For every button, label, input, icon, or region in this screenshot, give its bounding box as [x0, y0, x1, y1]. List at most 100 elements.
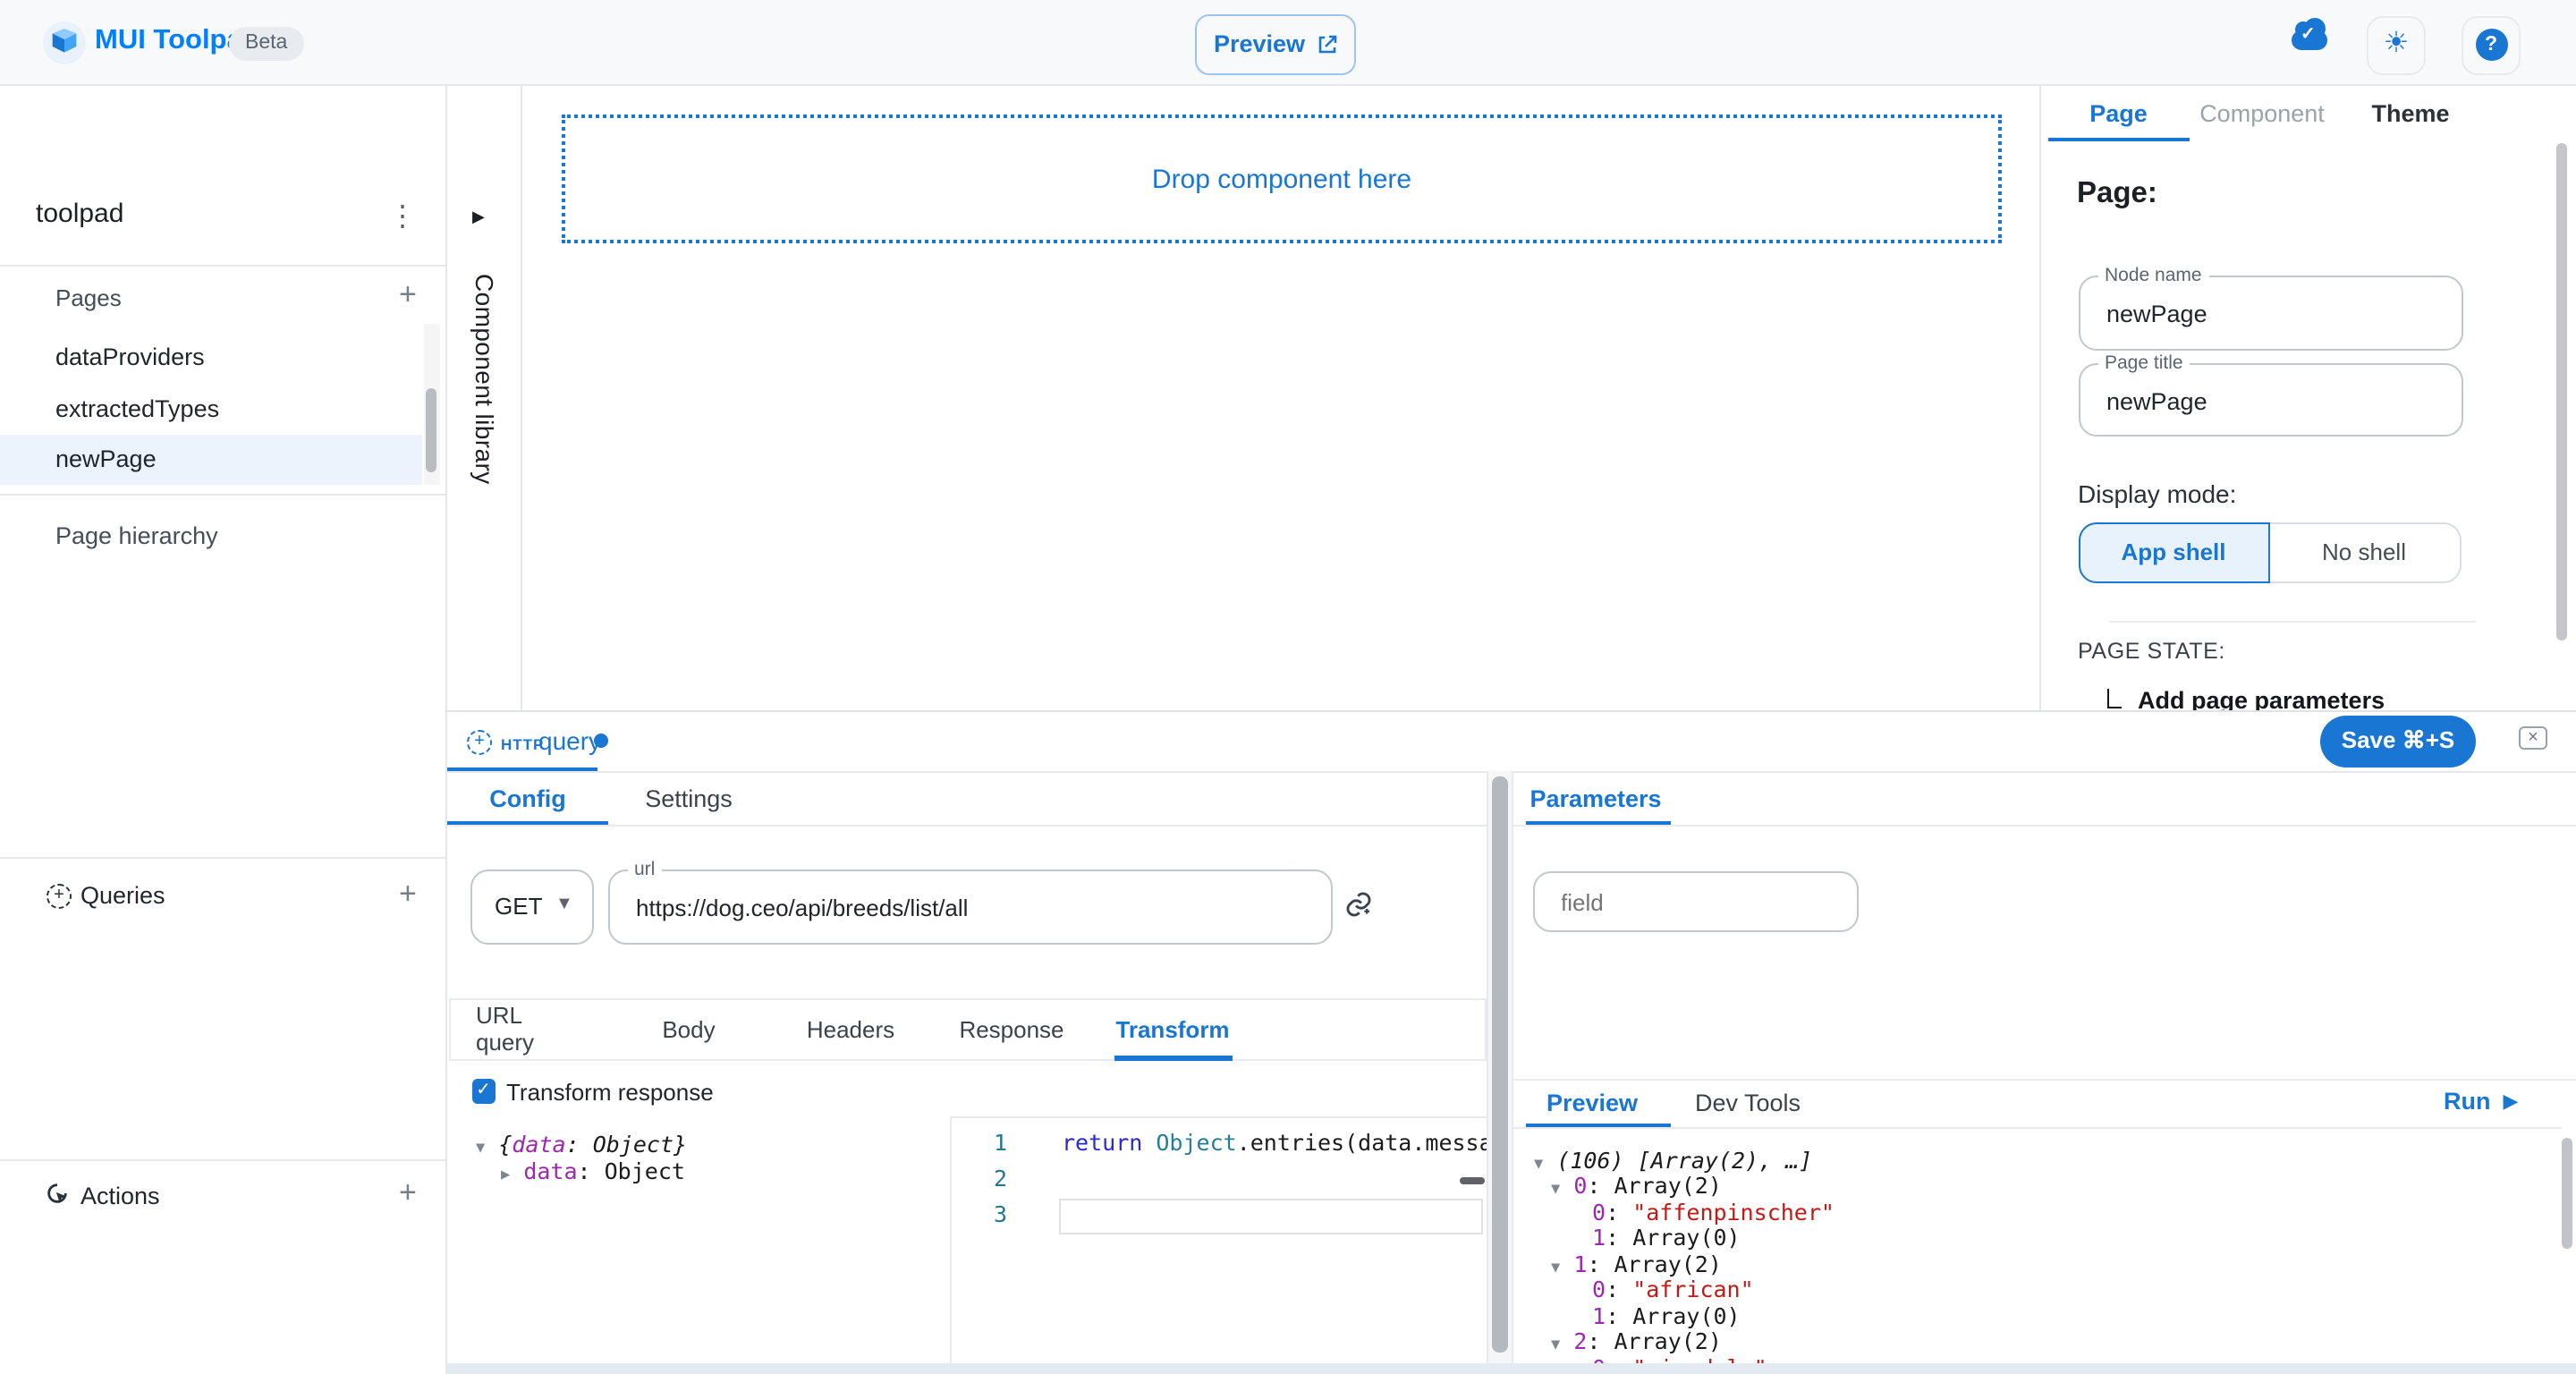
page-title-field[interactable]: Page title: [2078, 362, 2463, 437]
link-binding-icon[interactable]: [1343, 889, 1374, 920]
chevron-right-icon[interactable]: ▶: [472, 208, 485, 227]
query-type-icon: +: [467, 730, 492, 755]
display-mode-app-shell[interactable]: App shell: [2078, 522, 2269, 583]
add-query-button[interactable]: +: [399, 878, 417, 909]
editor-hscrollbar-thumb[interactable]: [1460, 1177, 1485, 1183]
tree-key: 1: [1592, 1302, 1606, 1328]
tab-label: Response: [959, 1015, 1063, 1042]
parameter-field[interactable]: [1532, 870, 1858, 931]
tab-label: Theme: [2371, 100, 2449, 127]
subtab-url-query[interactable]: URL query: [476, 998, 583, 1059]
inspector-scrollbar-thumb[interactable]: [2556, 143, 2567, 640]
subtab-transform[interactable]: Transform: [1114, 998, 1232, 1059]
result-tree-row[interactable]: ▼ 2: Array(2): [1551, 1327, 1722, 1354]
sidebar-item-dataproviders[interactable]: dataProviders: [0, 332, 422, 383]
theme-toggle-button[interactable]: ☀: [2367, 15, 2426, 74]
queries-icon: +: [47, 884, 72, 909]
node-name-input[interactable]: [2103, 277, 2435, 352]
tree-summary: (106) [Array(2), …]: [1556, 1146, 1812, 1173]
code-line-1[interactable]: return Object.entries(data.messag: [1062, 1129, 1506, 1156]
tab-label: Headers: [807, 1015, 894, 1042]
schema-type: : Object}: [566, 1131, 687, 1158]
add-page-button[interactable]: +: [399, 279, 417, 310]
save-button-label: Save ⌘+S: [2342, 726, 2455, 755]
toolpad-editor-window: MUI Toolpad Beta Preview ✓ ☀ ? toolpad ⋮…: [0, 0, 2576, 1374]
tab-parameters[interactable]: Parameters: [1521, 771, 1671, 825]
sidebar-item-extractedtypes[interactable]: extractedTypes: [0, 383, 422, 434]
tree-value: Array(2): [1614, 1172, 1722, 1199]
page-item-label: dataProviders: [55, 344, 205, 371]
tab-preview[interactable]: Preview: [1521, 1080, 1664, 1126]
help-button[interactable]: ?: [2462, 15, 2521, 74]
query-tab[interactable]: query: [538, 726, 601, 755]
add-page-parameters-button[interactable]: Add page parameters: [2138, 687, 2385, 711]
canvas-drop-zone[interactable]: Drop component here: [562, 114, 2002, 243]
page-title-input[interactable]: [2103, 364, 2435, 438]
tree-value: Array(0): [1632, 1302, 1740, 1328]
url-field[interactable]: url: [607, 869, 1332, 944]
parameter-field-input[interactable]: [1557, 872, 1838, 933]
collapse-arrow-icon[interactable]: ▼: [1551, 1259, 1560, 1276]
page-hierarchy-label[interactable]: Page hierarchy: [55, 522, 218, 549]
tab-config[interactable]: Config: [447, 771, 608, 825]
preview-button[interactable]: Preview: [1195, 13, 1356, 74]
bottom-panel-top-border: [447, 710, 2576, 712]
method-value: GET: [495, 892, 542, 919]
drop-hint-label: Drop component here: [1152, 164, 1411, 194]
collapse-arrow-icon[interactable]: ▼: [1534, 1155, 1543, 1173]
panel-scrollbar-thumb[interactable]: [1492, 776, 1508, 1352]
result-tree-row[interactable]: 1: Array(0): [1592, 1302, 1741, 1328]
transform-response-checkbox[interactable]: ✓: [471, 1079, 496, 1103]
subtab-headers[interactable]: Headers: [801, 998, 900, 1059]
expand-arrow-icon[interactable]: ▶: [501, 1166, 510, 1184]
left-sidebar: toolpad ⋮ Pages + dataProviders extracte…: [0, 86, 447, 1374]
actions-icon: [45, 1181, 70, 1206]
schema-key: data: [523, 1158, 577, 1184]
tab-page[interactable]: Page: [2048, 86, 2189, 141]
tab-label: Settings: [645, 785, 733, 811]
run-button[interactable]: Run ▶: [2444, 1088, 2518, 1115]
result-tree-row[interactable]: ▼ 1: Array(2): [1551, 1250, 1722, 1276]
schema-tree-root[interactable]: ▼ {data: Object}: [476, 1131, 687, 1158]
subtab-response[interactable]: Response: [957, 998, 1066, 1059]
result-tree-row[interactable]: ▼ 0: Array(2): [1551, 1172, 1722, 1199]
result-tree-row[interactable]: ▼ (106) [Array(2), …]: [1534, 1146, 1812, 1173]
display-mode-no-shell[interactable]: No shell: [2269, 522, 2461, 583]
collapse-arrow-icon[interactable]: ▼: [1551, 1336, 1560, 1354]
result-scrollbar-thumb[interactable]: [2562, 1138, 2572, 1249]
component-library-label[interactable]: Component library: [470, 274, 499, 485]
tab-component[interactable]: Component: [2189, 86, 2335, 141]
mui-logo-icon: [50, 29, 79, 57]
subtab-body[interactable]: Body: [649, 998, 728, 1059]
result-tree-row[interactable]: 0: "african": [1592, 1276, 1754, 1302]
node-name-field[interactable]: Node name: [2078, 276, 2463, 350]
schema-tree-child[interactable]: ▶ data: Object: [501, 1158, 685, 1184]
tab-dev-tools[interactable]: Dev Tools: [1671, 1080, 1825, 1126]
save-button[interactable]: Save ⌘+S: [2320, 715, 2476, 767]
method-select[interactable]: GET ▼: [470, 869, 593, 944]
pages-scrollbar-thumb[interactable]: [426, 388, 436, 472]
result-tabbar-border: [1513, 1127, 2562, 1129]
parameters-tabbar-border: [1513, 824, 2576, 826]
tab-label: Dev Tools: [1695, 1090, 1801, 1116]
result-tree-row[interactable]: 1: Array(0): [1592, 1224, 1741, 1251]
tab-settings[interactable]: Settings: [608, 771, 769, 825]
line-number: 3: [950, 1200, 1007, 1227]
add-action-button[interactable]: +: [399, 1177, 417, 1208]
tree-sep: :: [1606, 1198, 1632, 1225]
pages-section-label: Pages: [55, 284, 122, 311]
url-input[interactable]: [632, 870, 1318, 946]
collapse-arrow-icon[interactable]: ▼: [476, 1140, 485, 1158]
active-tab-indicator: [2048, 137, 2189, 141]
tab-theme[interactable]: Theme: [2335, 86, 2486, 141]
result-tree-row[interactable]: 0: "affenpinscher": [1592, 1198, 1835, 1225]
component-library-strip[interactable]: ▶ Component library: [447, 86, 521, 711]
sidebar-item-newpage[interactable]: newPage: [0, 434, 422, 485]
schema-type: : Object: [578, 1158, 685, 1184]
project-menu-button[interactable]: ⋮: [388, 199, 417, 234]
close-query-panel-button[interactable]: ×: [2519, 726, 2547, 750]
collapse-arrow-icon[interactable]: ▼: [1551, 1181, 1560, 1199]
unsaved-changes-dot: [594, 734, 608, 748]
help-icon: ?: [2475, 29, 2507, 61]
tree-value: Array(2): [1614, 1250, 1722, 1276]
